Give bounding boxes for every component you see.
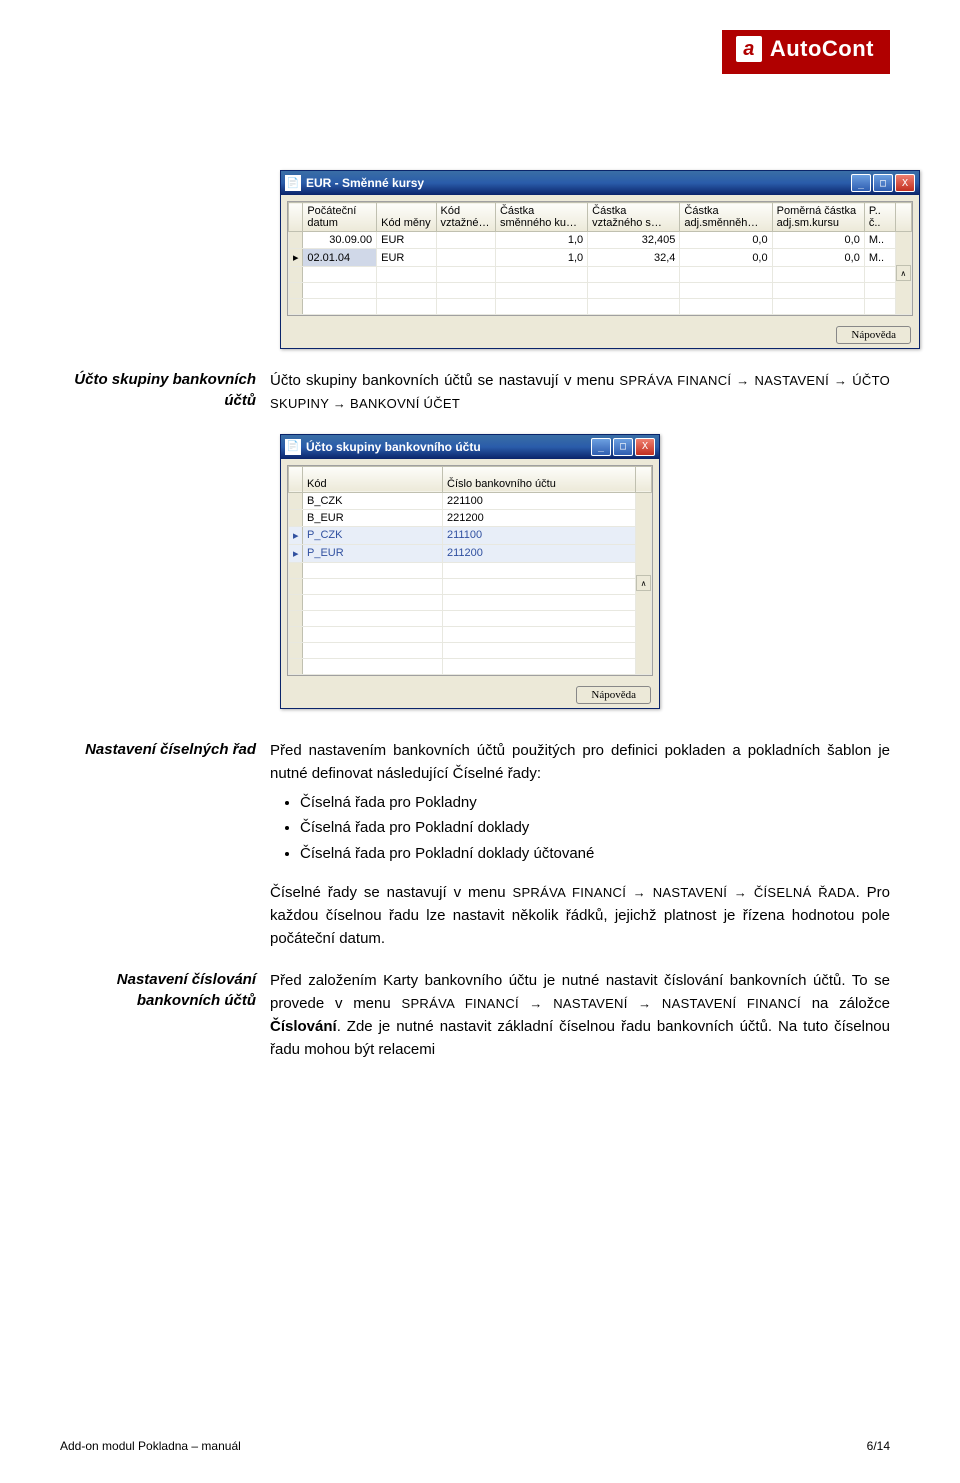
table-row[interactable]: B_CZK221100∧: [289, 492, 652, 509]
col-header[interactable]: Částka vztažného s…: [588, 203, 680, 232]
window-title: Účto skupiny bankovního účtu: [306, 440, 591, 454]
window-icon: 📄: [285, 439, 301, 455]
maximize-button[interactable]: □: [873, 174, 893, 192]
section-text: Číselné řady se nastavují v menu SPRÁVA …: [270, 881, 890, 951]
col-header[interactable]: P.. č..: [864, 203, 895, 232]
section-text: Účto skupiny bankovních účtů se nastavuj…: [270, 369, 890, 416]
scrollbar[interactable]: ∧: [895, 232, 911, 315]
table-row[interactable]: [289, 658, 652, 674]
list-item: Číselná řada pro Pokladní doklady: [300, 816, 890, 839]
section-text: Před založením Karty bankovního účtu je …: [270, 969, 890, 1062]
help-button[interactable]: Nápověda: [576, 686, 651, 704]
section-label: Účto skupiny bankovních účtů: [60, 369, 270, 416]
scrollbar[interactable]: ∧: [636, 492, 652, 674]
col-header[interactable]: Kód vztažné…: [436, 203, 495, 232]
titlebar[interactable]: 📄 Účto skupiny bankovního účtu _ □ X: [281, 435, 659, 459]
table-row[interactable]: [289, 610, 652, 626]
table-row[interactable]: ▸ 02.01.04 EUR 1,0 32,4 0,0 0,0 M..: [289, 249, 912, 267]
window-title: EUR - Směnné kursy: [306, 176, 851, 190]
row-indicator-icon: ▸: [289, 544, 303, 562]
minimize-button[interactable]: _: [591, 438, 611, 456]
table-row[interactable]: [289, 283, 912, 299]
page-number: 6/14: [867, 1439, 890, 1453]
table-row[interactable]: [289, 594, 652, 610]
close-button[interactable]: X: [635, 438, 655, 456]
minimize-button[interactable]: _: [851, 174, 871, 192]
footer-title: Add-on modul Pokladna – manuál: [60, 1439, 241, 1453]
section-label: Nastavení číslování bankovních účtů: [60, 969, 270, 1062]
titlebar[interactable]: 📄 EUR - Směnné kursy _ □ X: [281, 171, 919, 195]
row-indicator-icon: ▸: [289, 526, 303, 544]
list-item: Číselná řada pro Pokladní doklady účtova…: [300, 842, 890, 865]
close-button[interactable]: X: [895, 174, 915, 192]
col-header[interactable]: Počáteční datum: [303, 203, 377, 232]
col-header[interactable]: Kód: [303, 466, 443, 492]
window-exchange-rates: 📄 EUR - Směnné kursy _ □ X Počáteční dat…: [280, 170, 920, 349]
table-row[interactable]: [289, 299, 912, 315]
table-row[interactable]: 30.09.00 EUR 1,0 32,405 0,0 0,0 M.. ∧: [289, 232, 912, 249]
col-header[interactable]: Číslo bankovního účtu: [443, 466, 636, 492]
table-row[interactable]: [289, 562, 652, 578]
page-footer: Add-on modul Pokladna – manuál 6/14: [60, 1439, 890, 1453]
section-label: Nastavení číselných řad: [60, 739, 270, 871]
table-row[interactable]: [289, 578, 652, 594]
row-indicator-icon: ▸: [289, 249, 303, 267]
col-header[interactable]: Poměrná částka adj.sm.kursu: [772, 203, 864, 232]
col-header[interactable]: Kód měny: [377, 203, 436, 232]
table-row[interactable]: [289, 626, 652, 642]
maximize-button[interactable]: □: [613, 438, 633, 456]
table-row[interactable]: [289, 642, 652, 658]
logo: a AutoCont: [722, 30, 890, 74]
table-row[interactable]: ▸P_EUR211200: [289, 544, 652, 562]
logo-text: AutoCont: [770, 36, 874, 62]
list-item: Číselná řada pro Pokladny: [300, 791, 890, 814]
window-icon: 📄: [285, 175, 301, 191]
help-button[interactable]: Nápověda: [836, 326, 911, 344]
exchange-grid[interactable]: Počáteční datum Kód měny Kód vztažné… Čá…: [287, 201, 913, 316]
table-row[interactable]: ▸P_CZK211100: [289, 526, 652, 544]
col-header[interactable]: Částka směnného ku…: [495, 203, 587, 232]
logo-mark: a: [736, 36, 762, 62]
section-text: Před nastavením bankovních účtů použitýc…: [270, 739, 890, 871]
window-account-groups: 📄 Účto skupiny bankovního účtu _ □ X Kód…: [280, 434, 660, 709]
table-row[interactable]: B_EUR221200: [289, 509, 652, 526]
col-header[interactable]: Částka adj.směnněh…: [680, 203, 772, 232]
accounts-grid[interactable]: Kód Číslo bankovního účtu B_CZK221100∧ B…: [287, 465, 653, 676]
table-row[interactable]: [289, 267, 912, 283]
